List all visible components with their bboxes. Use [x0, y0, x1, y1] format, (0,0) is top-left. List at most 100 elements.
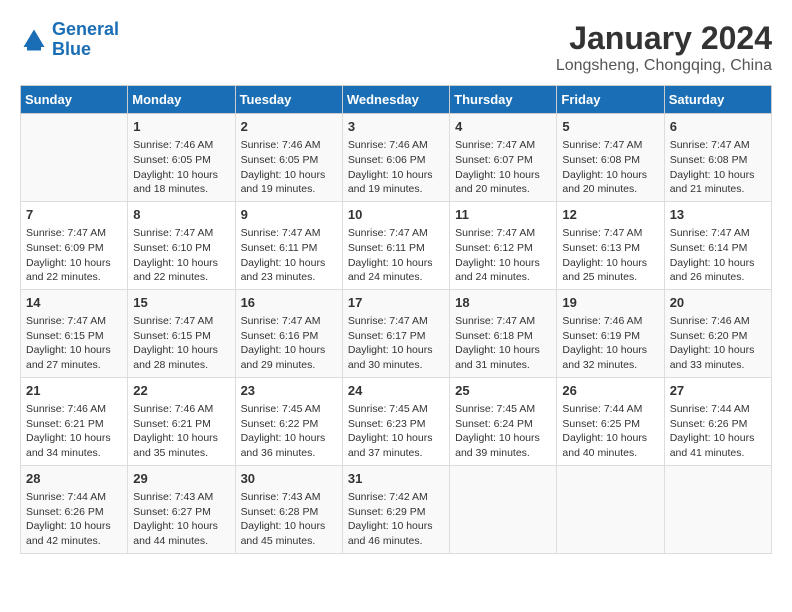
- sunrise-text: Sunrise: 7:42 AM: [348, 490, 444, 505]
- day-number: 13: [670, 206, 766, 224]
- daylight-text: Daylight: 10 hours and 41 minutes.: [670, 431, 766, 460]
- sunrise-text: Sunrise: 7:47 AM: [241, 226, 337, 241]
- sunset-text: Sunset: 6:27 PM: [133, 505, 229, 520]
- day-number: 6: [670, 118, 766, 136]
- day-header: Tuesday: [235, 86, 342, 114]
- sunrise-text: Sunrise: 7:46 AM: [26, 402, 122, 417]
- sunset-text: Sunset: 6:13 PM: [562, 241, 658, 256]
- logo: General Blue: [20, 20, 119, 60]
- sunrise-text: Sunrise: 7:45 AM: [241, 402, 337, 417]
- sunset-text: Sunset: 6:21 PM: [26, 417, 122, 432]
- sunset-text: Sunset: 6:26 PM: [26, 505, 122, 520]
- sunset-text: Sunset: 6:14 PM: [670, 241, 766, 256]
- daylight-text: Daylight: 10 hours and 33 minutes.: [670, 343, 766, 372]
- sunrise-text: Sunrise: 7:47 AM: [670, 138, 766, 153]
- calendar-cell: 16Sunrise: 7:47 AMSunset: 6:16 PMDayligh…: [235, 289, 342, 377]
- day-number: 26: [562, 382, 658, 400]
- sunrise-text: Sunrise: 7:47 AM: [562, 138, 658, 153]
- calendar-cell: 30Sunrise: 7:43 AMSunset: 6:28 PMDayligh…: [235, 465, 342, 553]
- daylight-text: Daylight: 10 hours and 32 minutes.: [562, 343, 658, 372]
- calendar-cell: 1Sunrise: 7:46 AMSunset: 6:05 PMDaylight…: [128, 114, 235, 202]
- day-header: Monday: [128, 86, 235, 114]
- day-number: 27: [670, 382, 766, 400]
- day-number: 23: [241, 382, 337, 400]
- daylight-text: Daylight: 10 hours and 20 minutes.: [562, 168, 658, 197]
- day-number: 2: [241, 118, 337, 136]
- daylight-text: Daylight: 10 hours and 40 minutes.: [562, 431, 658, 460]
- calendar-cell: [664, 465, 771, 553]
- day-number: 18: [455, 294, 551, 312]
- daylight-text: Daylight: 10 hours and 25 minutes.: [562, 256, 658, 285]
- sunset-text: Sunset: 6:21 PM: [133, 417, 229, 432]
- sunrise-text: Sunrise: 7:44 AM: [670, 402, 766, 417]
- calendar-cell: 15Sunrise: 7:47 AMSunset: 6:15 PMDayligh…: [128, 289, 235, 377]
- daylight-text: Daylight: 10 hours and 46 minutes.: [348, 519, 444, 548]
- calendar-cell: 17Sunrise: 7:47 AMSunset: 6:17 PMDayligh…: [342, 289, 449, 377]
- sunset-text: Sunset: 6:09 PM: [26, 241, 122, 256]
- sunrise-text: Sunrise: 7:47 AM: [26, 226, 122, 241]
- calendar-cell: 22Sunrise: 7:46 AMSunset: 6:21 PMDayligh…: [128, 377, 235, 465]
- calendar-header-row: SundayMondayTuesdayWednesdayThursdayFrid…: [21, 86, 772, 114]
- sunset-text: Sunset: 6:29 PM: [348, 505, 444, 520]
- day-number: 14: [26, 294, 122, 312]
- day-number: 17: [348, 294, 444, 312]
- sunset-text: Sunset: 6:12 PM: [455, 241, 551, 256]
- calendar-cell: 13Sunrise: 7:47 AMSunset: 6:14 PMDayligh…: [664, 201, 771, 289]
- day-header: Sunday: [21, 86, 128, 114]
- sunrise-text: Sunrise: 7:43 AM: [241, 490, 337, 505]
- calendar-cell: 11Sunrise: 7:47 AMSunset: 6:12 PMDayligh…: [450, 201, 557, 289]
- day-header: Thursday: [450, 86, 557, 114]
- sunrise-text: Sunrise: 7:47 AM: [348, 314, 444, 329]
- calendar-cell: 19Sunrise: 7:46 AMSunset: 6:19 PMDayligh…: [557, 289, 664, 377]
- sunrise-text: Sunrise: 7:47 AM: [455, 314, 551, 329]
- day-number: 22: [133, 382, 229, 400]
- calendar-table: SundayMondayTuesdayWednesdayThursdayFrid…: [20, 85, 772, 554]
- daylight-text: Daylight: 10 hours and 35 minutes.: [133, 431, 229, 460]
- calendar-cell: [21, 114, 128, 202]
- daylight-text: Daylight: 10 hours and 44 minutes.: [133, 519, 229, 548]
- sunrise-text: Sunrise: 7:47 AM: [348, 226, 444, 241]
- sunset-text: Sunset: 6:11 PM: [348, 241, 444, 256]
- daylight-text: Daylight: 10 hours and 18 minutes.: [133, 168, 229, 197]
- daylight-text: Daylight: 10 hours and 26 minutes.: [670, 256, 766, 285]
- calendar-cell: 28Sunrise: 7:44 AMSunset: 6:26 PMDayligh…: [21, 465, 128, 553]
- day-number: 7: [26, 206, 122, 224]
- daylight-text: Daylight: 10 hours and 23 minutes.: [241, 256, 337, 285]
- calendar-cell: [557, 465, 664, 553]
- daylight-text: Daylight: 10 hours and 24 minutes.: [348, 256, 444, 285]
- day-number: 25: [455, 382, 551, 400]
- calendar-cell: 2Sunrise: 7:46 AMSunset: 6:05 PMDaylight…: [235, 114, 342, 202]
- daylight-text: Daylight: 10 hours and 28 minutes.: [133, 343, 229, 372]
- sunrise-text: Sunrise: 7:46 AM: [670, 314, 766, 329]
- main-title: January 2024: [556, 20, 772, 57]
- sunrise-text: Sunrise: 7:45 AM: [455, 402, 551, 417]
- day-number: 15: [133, 294, 229, 312]
- calendar-cell: 9Sunrise: 7:47 AMSunset: 6:11 PMDaylight…: [235, 201, 342, 289]
- daylight-text: Daylight: 10 hours and 30 minutes.: [348, 343, 444, 372]
- daylight-text: Daylight: 10 hours and 45 minutes.: [241, 519, 337, 548]
- day-number: 20: [670, 294, 766, 312]
- sunset-text: Sunset: 6:07 PM: [455, 153, 551, 168]
- day-number: 21: [26, 382, 122, 400]
- calendar-cell: 20Sunrise: 7:46 AMSunset: 6:20 PMDayligh…: [664, 289, 771, 377]
- sunrise-text: Sunrise: 7:45 AM: [348, 402, 444, 417]
- sunset-text: Sunset: 6:25 PM: [562, 417, 658, 432]
- daylight-text: Daylight: 10 hours and 19 minutes.: [348, 168, 444, 197]
- sunrise-text: Sunrise: 7:47 AM: [455, 138, 551, 153]
- day-number: 11: [455, 206, 551, 224]
- daylight-text: Daylight: 10 hours and 37 minutes.: [348, 431, 444, 460]
- day-header: Friday: [557, 86, 664, 114]
- calendar-cell: 6Sunrise: 7:47 AMSunset: 6:08 PMDaylight…: [664, 114, 771, 202]
- day-number: 30: [241, 470, 337, 488]
- daylight-text: Daylight: 10 hours and 27 minutes.: [26, 343, 122, 372]
- calendar-cell: [450, 465, 557, 553]
- sunrise-text: Sunrise: 7:46 AM: [348, 138, 444, 153]
- title-section: January 2024 Longsheng, Chongqing, China: [556, 20, 772, 75]
- day-number: 12: [562, 206, 658, 224]
- calendar-cell: 31Sunrise: 7:42 AMSunset: 6:29 PMDayligh…: [342, 465, 449, 553]
- calendar-cell: 10Sunrise: 7:47 AMSunset: 6:11 PMDayligh…: [342, 201, 449, 289]
- sunrise-text: Sunrise: 7:47 AM: [133, 226, 229, 241]
- sunrise-text: Sunrise: 7:47 AM: [241, 314, 337, 329]
- calendar-cell: 21Sunrise: 7:46 AMSunset: 6:21 PMDayligh…: [21, 377, 128, 465]
- sunrise-text: Sunrise: 7:47 AM: [133, 314, 229, 329]
